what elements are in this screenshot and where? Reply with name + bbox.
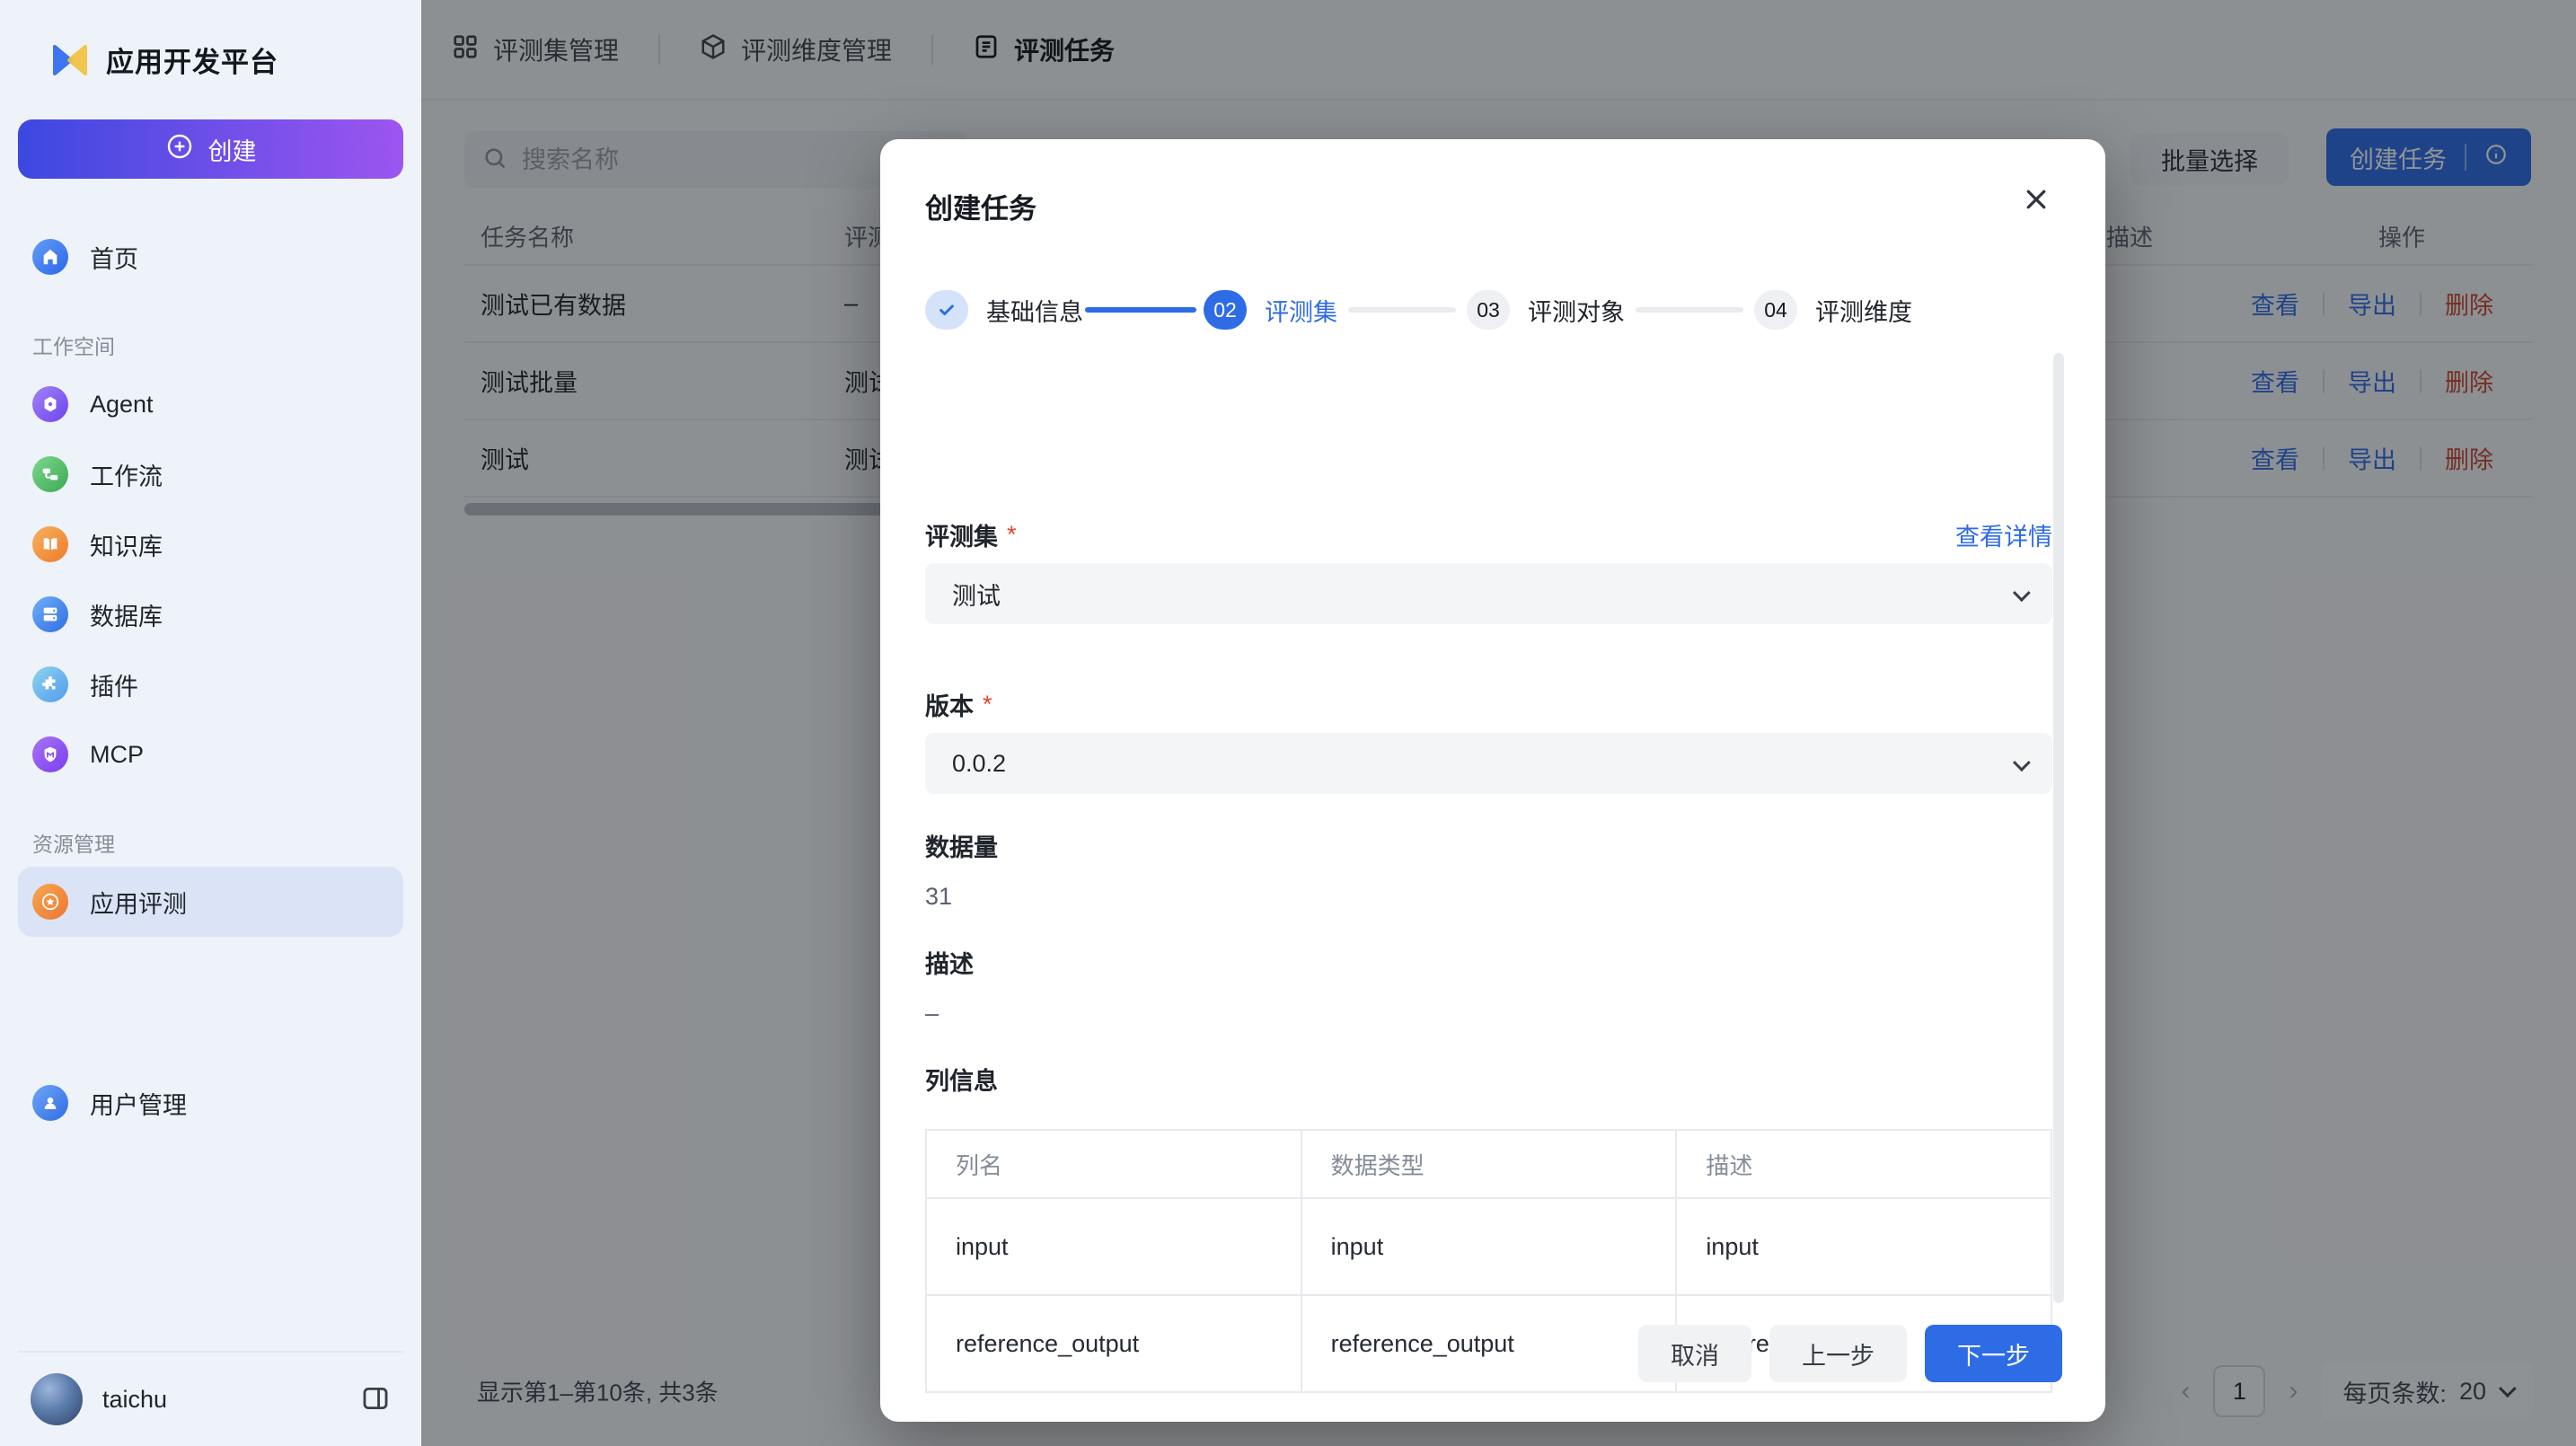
dataset-select-value: 测试 <box>952 582 1001 610</box>
sidebar-item-label: 知识库 <box>90 533 163 560</box>
modal-stepper: 基础信息 02 评测集 03 评测对象 04 评测维度 <box>925 290 1912 330</box>
dataset-select[interactable]: 测试 <box>925 563 2052 624</box>
desc-value: – <box>925 1000 940 1027</box>
server-icon <box>32 596 68 632</box>
step-connector <box>1348 307 1456 313</box>
columns-table-row: input input input <box>925 1197 2052 1296</box>
step3-label: 评测对象 <box>1528 298 1625 326</box>
cell: input <box>1675 1197 2052 1296</box>
modal-scrollbar[interactable] <box>2053 353 2064 1303</box>
mcp-shield-icon <box>32 736 68 772</box>
cancel-button[interactable]: 取消 <box>1638 1325 1751 1382</box>
step1-check-icon <box>925 290 968 330</box>
sidebar: 应用开发平台 创建 首页 工作空间 Agent 工作流 知识库 数据库 插件 M… <box>0 0 421 1446</box>
version-select[interactable]: 0.0.2 <box>925 733 2052 794</box>
columns-table-header: 列名 数据类型 描述 <box>925 1129 2052 1199</box>
sidebar-item-agent[interactable]: Agent <box>18 369 403 439</box>
cell: input <box>925 1197 1302 1296</box>
sidebar-item-label: Agent <box>90 390 154 418</box>
modal-title: 创建任务 <box>925 193 1037 225</box>
version-select-value: 0.0.2 <box>952 749 1007 777</box>
required-mark: * <box>983 691 992 718</box>
close-icon[interactable] <box>2023 186 2050 218</box>
logo-icon <box>50 40 90 80</box>
username: taichu <box>102 1385 168 1413</box>
step4-badge: 04 <box>1754 290 1797 330</box>
user-icon <box>32 1085 68 1121</box>
cell: input <box>1300 1197 1678 1296</box>
book-icon <box>32 526 68 562</box>
sidebar-user-row: taichu <box>18 1351 403 1446</box>
view-detail-link[interactable]: 查看详情 <box>1955 517 2052 552</box>
home-icon <box>32 239 68 275</box>
step2-label: 评测集 <box>1265 298 1337 326</box>
dataset-label: 评测集 <box>925 524 998 551</box>
step-connector <box>1085 307 1196 313</box>
sidebar-item-label: 工作流 <box>90 463 163 490</box>
count-value: 31 <box>925 883 953 910</box>
sidebar-item-label: 数据库 <box>90 603 163 630</box>
step-connector <box>1636 307 1743 313</box>
user-avatar[interactable] <box>31 1373 83 1425</box>
sidebar-item-knowledge[interactable]: 知识库 <box>18 509 403 579</box>
create-button-label: 创建 <box>207 137 257 165</box>
sidebar-item-mcp[interactable]: MCP <box>18 719 403 789</box>
sidebar-item-app-eval[interactable]: 应用评测 <box>18 867 403 937</box>
col-header: 数据类型 <box>1300 1129 1678 1199</box>
sidebar-item-label: 插件 <box>90 673 138 701</box>
step2-badge: 02 <box>1204 290 1247 330</box>
create-task-modal: 创建任务 基础信息 02 评测集 03 评测对象 04 评测维度 评测集 * 查… <box>880 139 2105 1422</box>
sidebar-item-plugin[interactable]: 插件 <box>18 649 403 719</box>
collapse-sidebar-icon[interactable] <box>360 1383 391 1416</box>
cell: reference_output <box>925 1294 1302 1393</box>
create-button[interactable]: 创建 <box>18 119 403 179</box>
cell: reference_output <box>1300 1294 1678 1393</box>
puzzle-icon <box>32 666 68 702</box>
version-label: 版本 <box>925 693 974 720</box>
desc-label: 描述 <box>925 951 974 978</box>
chevron-down-icon <box>2012 580 2031 608</box>
section-workspace: 工作空间 <box>32 335 115 358</box>
columns-label: 列信息 <box>925 1068 998 1095</box>
prev-step-button[interactable]: 上一步 <box>1769 1325 1907 1382</box>
sidebar-item-workflow[interactable]: 工作流 <box>18 439 403 509</box>
sidebar-item-label: 用户管理 <box>90 1091 187 1119</box>
chevron-down-icon <box>2012 750 2031 778</box>
app-screen: 评测集管理 评测维度管理 评测任务 批量选择 <box>0 0 2576 1446</box>
workflow-icon <box>32 456 68 492</box>
sidebar-item-home[interactable]: 首页 <box>18 222 403 292</box>
app-title: 应用开发平台 <box>106 47 278 78</box>
col-header: 描述 <box>1675 1129 2052 1199</box>
step4-label: 评测维度 <box>1815 298 1912 326</box>
sidebar-item-database[interactable]: 数据库 <box>18 579 403 649</box>
agent-icon <box>32 386 68 422</box>
app-logo: 应用开发平台 <box>18 0 403 80</box>
sidebar-item-user-management[interactable]: 用户管理 <box>18 1068 403 1138</box>
sidebar-item-label: 应用评测 <box>90 890 187 918</box>
required-mark: * <box>1007 521 1017 548</box>
count-label: 数据量 <box>925 834 998 861</box>
plus-circle-icon <box>165 132 194 167</box>
star-badge-icon <box>32 884 68 920</box>
step3-badge: 03 <box>1467 290 1510 330</box>
next-step-button[interactable]: 下一步 <box>1925 1325 2062 1382</box>
sidebar-item-label: 首页 <box>90 245 138 273</box>
modal-body: 评测集 * 查看详情 测试 版本 * 0.0.2 数据量 31 描述 – 列信息 <box>925 494 2052 1435</box>
modal-footer: 取消 上一步 下一步 <box>1638 1325 2062 1382</box>
section-resource: 资源管理 <box>32 833 115 856</box>
col-header: 列名 <box>925 1129 1302 1199</box>
sidebar-item-label: MCP <box>90 740 144 768</box>
step1-label: 基础信息 <box>986 298 1083 326</box>
